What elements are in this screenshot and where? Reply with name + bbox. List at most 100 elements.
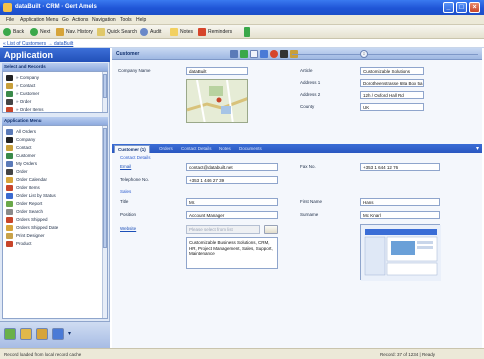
website-field[interactable]: Please select from list	[186, 225, 260, 234]
position-label: Position	[120, 212, 137, 217]
sidebar-item-order-items[interactable]: » Order Items	[6, 106, 44, 112]
sidebar-item-print-designer[interactable]: Print Designer	[6, 232, 45, 239]
order-items-icon	[6, 106, 13, 112]
fax-field[interactable]: +353 1 644 12 76	[360, 163, 440, 171]
scrollbar-thumb[interactable]	[103, 74, 107, 98]
refresh-icon[interactable]	[260, 50, 268, 58]
sidebar-item-order-items[interactable]: Order Items	[6, 184, 40, 191]
audit-button[interactable]: Audit	[140, 27, 161, 37]
notes-label: Notes	[180, 29, 194, 35]
sidebar-item-order[interactable]: » Order	[6, 98, 31, 105]
app-menu-scrollbar[interactable]	[102, 126, 107, 318]
panel-title-records[interactable]: Select and Records	[2, 63, 108, 71]
scrollbar-thumb[interactable]	[103, 128, 107, 248]
sidebar-item-order-search[interactable]: Order Search	[6, 208, 43, 215]
location-map[interactable]	[186, 79, 248, 123]
menu-go[interactable]: Go	[62, 17, 69, 23]
map-graphic	[187, 80, 247, 122]
company-name-field[interactable]: dataBuilt	[186, 67, 248, 75]
sidebar-item-order-list-status[interactable]: Order List by Status	[6, 192, 56, 199]
title-field[interactable]: Mr.	[186, 198, 278, 206]
tab-documents[interactable]: Documents	[236, 145, 265, 153]
search-icon	[6, 208, 13, 215]
back-button[interactable]: Back	[3, 27, 24, 37]
tab-orders[interactable]: Orders	[156, 145, 176, 153]
menu-help[interactable]: Help	[136, 17, 146, 23]
menu-tools[interactable]: Tools	[120, 17, 132, 23]
first-name-field[interactable]: Hans	[360, 198, 440, 206]
minimize-button[interactable]: _	[443, 2, 454, 13]
address1-field[interactable]: Dorotheenstrasse 68a Box 5a	[360, 79, 424, 87]
list-item-label: » Company	[16, 75, 40, 80]
sidebar-item-my-orders[interactable]: My Orders	[6, 160, 37, 167]
save-icon[interactable]	[230, 50, 238, 58]
sidebar-item-order[interactable]: Order	[6, 168, 28, 175]
toolbar: Back Next Nav. History Quick Search Audi…	[0, 25, 484, 39]
quick-search-button[interactable]: Quick Search	[97, 27, 137, 37]
close-button[interactable]: ×	[469, 2, 480, 13]
folder-icon[interactable]	[20, 328, 32, 340]
tab-customer[interactable]: Customer (1)	[114, 145, 150, 153]
menu-actions[interactable]: Actions	[72, 17, 88, 23]
customer-icon	[6, 90, 13, 97]
shipped-icon	[6, 216, 13, 223]
sidebar-item-company[interactable]: » Company	[6, 74, 39, 81]
status-message: Record loaded from local record cache	[4, 352, 82, 357]
delete-icon[interactable]	[270, 50, 278, 58]
menu-application[interactable]: Application Menu	[20, 17, 58, 23]
section-contact-details: Contact Details	[120, 155, 151, 160]
maximize-button[interactable]: □	[456, 2, 467, 13]
contact-icon	[6, 144, 13, 151]
surname-field[interactable]: Mc Knarl	[360, 211, 440, 219]
sidebar-item-orders-shipped-date[interactable]: Orders Shipped Date	[6, 224, 58, 231]
add-icon[interactable]	[240, 50, 248, 58]
menu-navigation[interactable]: Navigation	[92, 17, 116, 23]
audit-icon	[140, 28, 148, 36]
reminders-button[interactable]: Reminders	[198, 27, 232, 37]
sidebar-item-orders-shipped[interactable]: Orders Shipped	[6, 216, 48, 223]
tab-notes[interactable]: Notes	[216, 145, 234, 153]
address2-field[interactable]: 12h / Oxford Hall Rd	[360, 91, 424, 99]
menu-file[interactable]: File	[6, 17, 14, 23]
preview-image[interactable]	[360, 224, 441, 281]
copy-icon[interactable]	[250, 50, 258, 58]
panel-title-app-menu[interactable]: Application Menu	[2, 117, 108, 125]
sidebar-item-order-calendar[interactable]: Order Calendar	[6, 176, 47, 183]
records-scrollbar[interactable]	[102, 72, 107, 112]
tab-contact-details[interactable]: Contact Details	[178, 145, 215, 153]
notes-button[interactable]: Notes	[170, 27, 193, 37]
audit-label: Audit	[150, 29, 162, 35]
shortcut-icon[interactable]	[4, 328, 16, 340]
sidebar-item-customer[interactable]: Customer	[6, 152, 36, 159]
list-item-label: Print Designer	[16, 233, 45, 238]
sidebar-item-customer[interactable]: » Customer	[6, 90, 39, 97]
notes-icon[interactable]	[36, 328, 48, 340]
list-item-label: My Orders	[16, 161, 38, 166]
notes-textarea[interactable]: Customizable Business Solutions, CRM, HR…	[186, 237, 278, 269]
history-button[interactable]: Nav. History	[56, 27, 93, 37]
chevron-down-icon[interactable]: ▾	[476, 145, 479, 152]
chevron-down-icon[interactable]: ▾	[68, 330, 71, 337]
sidebar-item-contact[interactable]: » Contact	[6, 82, 35, 89]
print-icon[interactable]	[280, 50, 288, 58]
sidebar-item-contact[interactable]: Contact	[6, 144, 32, 151]
customer-icon	[6, 152, 13, 159]
breadcrumb-link[interactable]: « List of Customers → dataBuilt	[3, 41, 73, 47]
sidebar-item-all-orders[interactable]: All Orders	[6, 128, 36, 135]
email-label[interactable]: Email	[120, 164, 131, 169]
preview-graphic	[361, 225, 441, 281]
county-field[interactable]: UK	[360, 103, 424, 111]
article-field[interactable]: Customizable Solutions	[360, 67, 424, 75]
title-bar: dataBuilt · CRM · Gert Amels _ □ ×	[0, 0, 484, 15]
splitter-handle[interactable]: ↕	[360, 50, 368, 58]
next-button[interactable]: Next	[30, 27, 50, 37]
sidebar-item-product[interactable]: Product	[6, 240, 32, 247]
website-lookup-button[interactable]	[264, 225, 278, 234]
website-label[interactable]: Website	[120, 226, 136, 231]
sidebar-item-order-report[interactable]: Order Report	[6, 200, 42, 207]
position-field[interactable]: Account Manager	[186, 211, 278, 219]
sidebar-item-company[interactable]: Company	[6, 136, 35, 143]
email-field[interactable]: contact@databuilt.net	[186, 163, 278, 171]
globe-icon[interactable]	[52, 328, 64, 340]
telephone-field[interactable]: +353 1 446 27 39	[186, 176, 278, 184]
